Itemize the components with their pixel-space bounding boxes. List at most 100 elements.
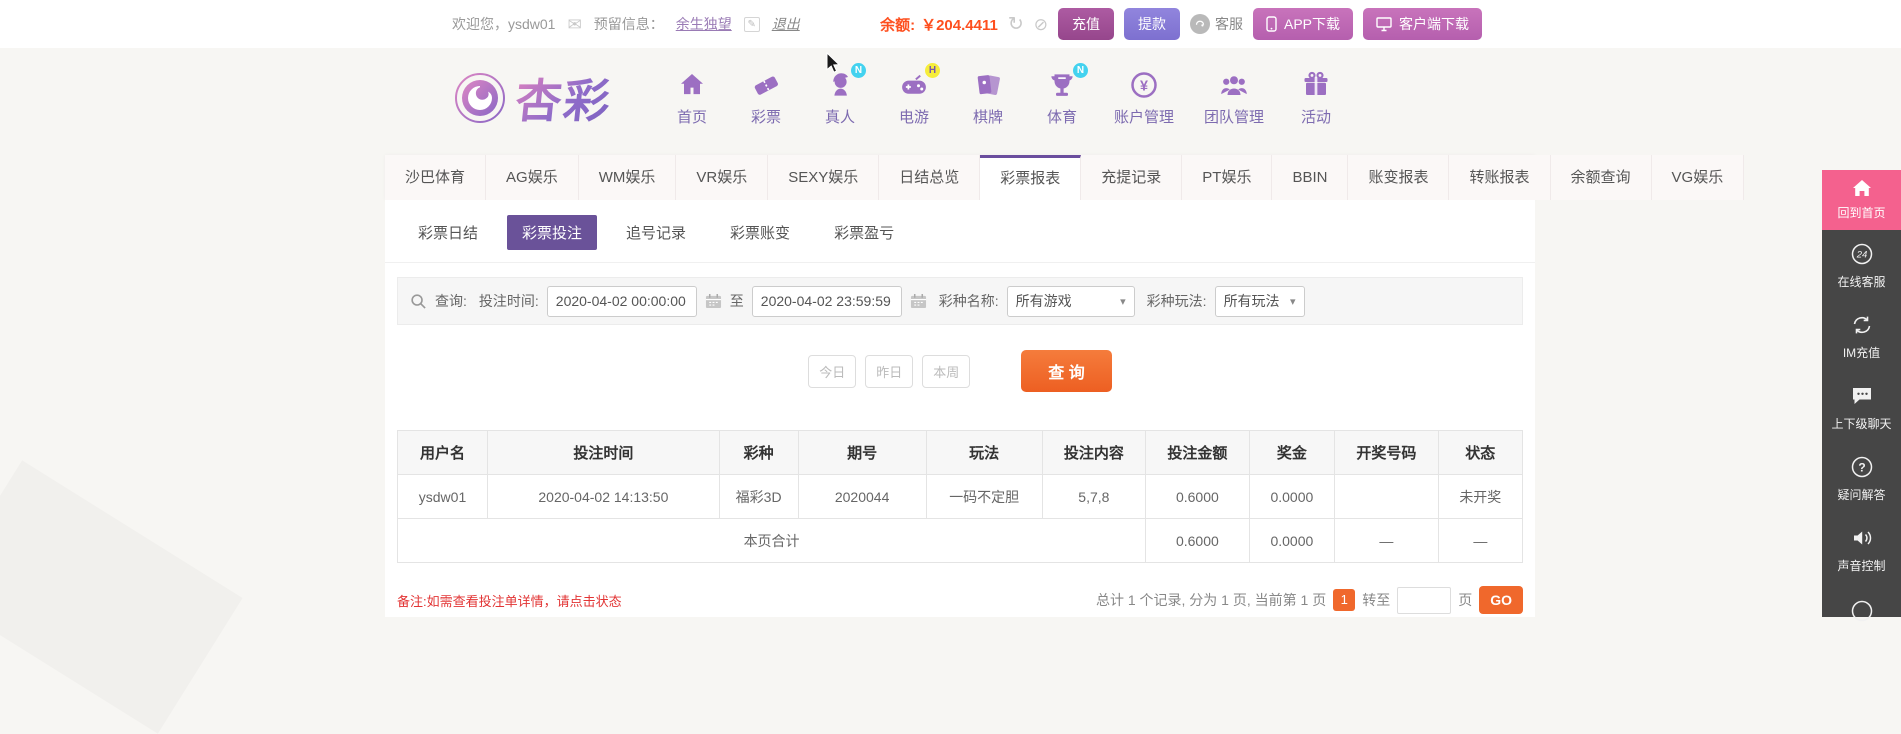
hide-balance-icon[interactable]: ⊘: [1034, 16, 1048, 33]
tab-wm[interactable]: WM娱乐: [578, 155, 677, 200]
current-page-badge[interactable]: 1: [1333, 589, 1356, 611]
tab-pt[interactable]: PT娱乐: [1182, 155, 1273, 200]
tab-ag[interactable]: AG娱乐: [486, 155, 579, 200]
tab-balance-inquiry[interactable]: 余额查询: [1550, 155, 1652, 200]
sub-tab-strip: 彩票日结 彩票投注 追号记录 彩票账变 彩票盈亏: [385, 200, 1535, 263]
partial-circle-icon: [1851, 600, 1872, 622]
withdraw-button[interactable]: 提款: [1123, 8, 1180, 40]
faq-icon: ?: [1851, 456, 1872, 478]
this-week-button[interactable]: 本周: [922, 354, 971, 388]
cell-bet-content: 5,7,8: [1041, 474, 1147, 519]
query-label: 查询:: [435, 293, 467, 309]
top-account-bar: 欢迎您，ysdw01 ✉ 预留信息： 余生独望 ✎ 退出 余额: ￥204.44…: [0, 0, 1901, 48]
col-username: 用户名: [397, 430, 488, 475]
sound-icon: [1853, 531, 1871, 545]
yesterday-button[interactable]: 昨日: [865, 354, 914, 388]
mail-icon[interactable]: ✉: [567, 16, 581, 33]
go-button[interactable]: GO: [1479, 586, 1523, 614]
svg-text:24: 24: [1855, 250, 1867, 261]
balance-value: ￥204.4411: [921, 16, 998, 34]
table-header-row: 用户名 投注时间 彩种 期号 玩法 投注内容 投注金额 奖金 开奖号码 状态: [397, 430, 1524, 475]
refresh-balance-icon[interactable]: ↻: [1008, 15, 1024, 34]
cell-draw-number: [1334, 474, 1439, 519]
lottery-name-label: 彩种名称:: [938, 293, 999, 309]
pagination-summary: 总计 1 个记录, 分为 1 页, 当前第 1 页: [1095, 592, 1327, 608]
summary-bet-amount: 0.6000: [1145, 518, 1250, 563]
app-download-button[interactable]: APP下载: [1252, 8, 1353, 40]
cell-issue: 2020044: [797, 474, 927, 519]
customer-service-link[interactable]: 客服: [1189, 14, 1243, 34]
client-download-button[interactable]: 客户端下载: [1363, 8, 1482, 40]
team-icon: [1219, 70, 1249, 100]
nav-item-boardgames[interactable]: 棋牌: [966, 70, 1010, 127]
gift-icon: [1301, 70, 1331, 100]
today-button[interactable]: 今日: [808, 354, 857, 388]
live-person-icon: [825, 70, 855, 100]
chevron-down-icon: ▾: [1120, 295, 1126, 308]
rail-item-sound[interactable]: 声音控制: [1822, 514, 1901, 585]
search-icon: [411, 293, 426, 309]
flower-logo-icon: [455, 73, 505, 123]
home-icon: [677, 70, 707, 100]
cell-status-link[interactable]: 未开奖: [1437, 474, 1524, 519]
nav-item-team[interactable]: 团队管理: [1204, 70, 1264, 127]
cards-icon: [973, 70, 1003, 100]
panel-footer: 备注:如需查看投注单详情，请点击状态 总计 1 个记录, 分为 1 页, 当前第…: [397, 586, 1523, 614]
reserved-info-label: 预留信息：: [593, 16, 664, 32]
svg-text:¥: ¥: [1140, 78, 1148, 94]
play-select[interactable]: 所有玩法 ▾: [1214, 285, 1305, 317]
tab-sexy[interactable]: SEXY娱乐: [768, 155, 880, 200]
tab-vg[interactable]: VG娱乐: [1651, 155, 1745, 200]
cell-lottery: 福彩3D: [718, 474, 799, 519]
subtab-lottery-daily[interactable]: 彩票日结: [403, 215, 493, 250]
subtab-chase-records[interactable]: 追号记录: [611, 215, 701, 250]
tab-vr[interactable]: VR娱乐: [676, 155, 769, 200]
game-select[interactable]: 所有游戏 ▾: [1006, 285, 1135, 317]
edit-icon[interactable]: ✎: [743, 16, 760, 32]
search-button[interactable]: 查 询: [1021, 350, 1112, 392]
summary-status-dash: —: [1437, 518, 1524, 563]
nav-item-egames[interactable]: H 电游: [892, 62, 940, 127]
bet-time-from-input[interactable]: [546, 285, 697, 317]
rail-item-chat[interactable]: 上下级聊天: [1822, 372, 1901, 443]
nav-item-account[interactable]: ¥ 账户管理: [1114, 70, 1174, 127]
calendar-icon[interactable]: [910, 293, 927, 309]
tab-daily-overview[interactable]: 日结总览: [879, 155, 981, 200]
col-bet-amount: 投注金额: [1145, 430, 1250, 475]
deposit-button[interactable]: 充值: [1057, 8, 1114, 40]
subtab-lottery-bets[interactable]: 彩票投注: [507, 215, 598, 250]
rail-item-partial[interactable]: [1822, 587, 1901, 637]
rail-item-online-service[interactable]: 24 在线客服: [1822, 230, 1901, 301]
quick-filter-row: 今日 昨日 本周 查 询: [385, 350, 1535, 392]
tab-shaba-sports[interactable]: 沙巴体育: [385, 155, 487, 200]
goto-label: 转至: [1362, 592, 1391, 608]
note-text: 备注:如需查看投注单详情，请点击状态: [397, 593, 622, 609]
rail-item-faq[interactable]: ? 疑问解答: [1822, 443, 1901, 514]
logout-link[interactable]: 退出: [772, 14, 800, 34]
subtab-lottery-account-change[interactable]: 彩票账变: [715, 215, 805, 250]
back-to-home-button[interactable]: 回到首页: [1822, 170, 1901, 230]
tab-bbin[interactable]: BBIN: [1272, 155, 1349, 200]
nav-item-lottery[interactable]: 彩票: [744, 70, 788, 127]
goto-page-input[interactable]: [1397, 586, 1452, 614]
site-logo[interactable]: 杏彩: [452, 65, 614, 131]
gamepad-icon: [899, 70, 929, 100]
calendar-icon[interactable]: [705, 293, 722, 309]
col-bet-content: 投注内容: [1041, 430, 1147, 475]
reserved-info-link[interactable]: 余生独望: [676, 14, 732, 34]
subtab-lottery-profit-loss[interactable]: 彩票盈亏: [819, 215, 909, 250]
nav-item-home[interactable]: 首页: [670, 70, 714, 127]
tab-lottery-report[interactable]: 彩票报表: [980, 155, 1082, 200]
nav-item-sports[interactable]: N 体育: [1040, 62, 1088, 127]
bet-time-to-input[interactable]: [751, 285, 902, 317]
tab-account-change-report[interactable]: 账变报表: [1348, 155, 1450, 200]
rail-item-im-recharge[interactable]: IM充值: [1822, 301, 1901, 372]
nav-item-live[interactable]: N 真人: [818, 62, 866, 127]
tab-transfer-report[interactable]: 转账报表: [1449, 155, 1551, 200]
main-nav: 首页 彩票 N 真人 H 电游 棋牌 N 体育 ¥ 账户管理 团队管理 活动: [670, 62, 1338, 127]
to-label: 至: [729, 293, 744, 309]
report-panel: 彩票日结 彩票投注 追号记录 彩票账变 彩票盈亏 查询: 投注时间: 至 彩种名…: [385, 200, 1535, 617]
summary-prize: 0.0000: [1248, 518, 1336, 563]
nav-item-promotions[interactable]: 活动: [1294, 70, 1338, 127]
tab-deposit-withdraw-records[interactable]: 充提记录: [1081, 155, 1183, 200]
